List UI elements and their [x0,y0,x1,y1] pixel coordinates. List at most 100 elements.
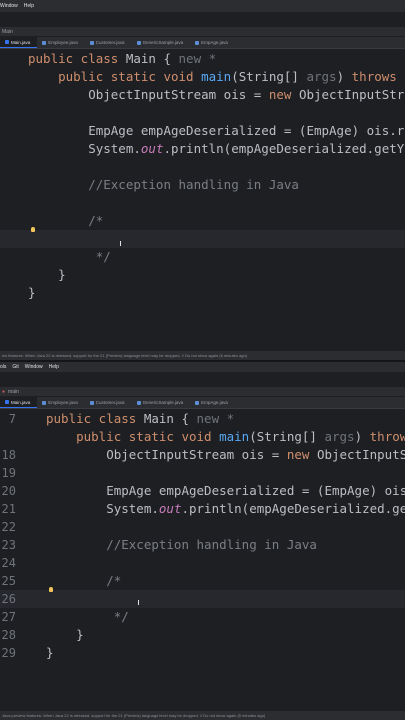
code-line[interactable]: 18 ObjectInputStream ois = new ObjectInp… [0,446,405,464]
code-text: /* [46,572,121,590]
tab-label: Customer.java [95,400,125,405]
code-line[interactable]: 7 public class Main { new * [0,410,405,428]
code-token: ) [354,429,370,444]
code-line[interactable]: public static void main(String[] args) t… [0,428,405,446]
code-text: //Exception handling in Java [28,176,299,194]
line-number: 27 [1,610,16,624]
tab-label: EmpAge.java [201,400,228,405]
java-file-icon [5,40,9,44]
code-text: System.out.println(empAgeDeserialized.ge… [28,140,405,158]
breadcrumb-item[interactable]: main [8,389,19,395]
code-text: EmpAge empAgeDeserialized = (EmpAge) ois… [28,122,405,140]
branch-icon: ● [2,388,6,395]
code-line[interactable]: 19 [0,464,405,482]
code-line[interactable]: public class Main { new * [0,50,405,68]
code-text: ObjectInputStream ois = new ObjectInputS… [28,86,405,104]
code-line[interactable]: 20 EmpAge empAgeDeserialized = (EmpAge) … [0,482,405,500]
editor-tab[interactable]: EmpAge.java [190,397,235,408]
menu-git[interactable]: Git [12,364,18,370]
status-bar: ew features: When Java 22 is released, s… [0,351,405,360]
menu-help[interactable]: Help [24,3,34,9]
code-token: } [46,627,84,642]
code-line[interactable] [0,230,405,248]
editor-tab[interactable]: Employee.java [37,37,85,48]
line-number: 25 [1,574,16,588]
code-line[interactable]: 21 System.out.println(empAgeDeserialized… [0,500,405,518]
editor-tab[interactable]: GenericSample.java [132,397,191,408]
breadcrumb-item[interactable]: Main [2,29,13,35]
editor-tab[interactable]: Main.java [0,37,38,48]
line-number: 7 [8,412,16,426]
status-message: Java preview features: When Java 22 is r… [2,713,266,718]
tab-label: Employee.java [48,40,78,45]
code-token: EmpAge empAgeDeserialized = (EmpAge) ois… [46,483,405,498]
code-line[interactable]: 29} [0,644,405,662]
code-token: /* [28,213,104,228]
code-token: ObjectInputStream(fi [298,87,405,102]
code-line[interactable] [0,158,405,176]
tab-label: Main.java [11,39,31,45]
lightbulb-icon[interactable] [49,587,53,592]
code-token: .println(empAgeDeserialized.getYear [181,501,405,516]
text-cursor-icon [120,241,121,246]
menu-window[interactable]: Window [25,364,43,370]
java-file-icon [42,40,47,45]
code-text: } [46,644,54,662]
code-line[interactable]: ObjectInputStream ois = new ObjectInputS… [0,86,405,104]
code-token: .println(empAgeDeserialized.getYear()); [163,141,405,156]
code-token: main [201,69,232,84]
code-line[interactable]: 24 [0,554,405,572]
line-number: 28 [1,628,16,642]
editor-tab[interactable]: Main.java [0,397,38,408]
code-line[interactable]: 27 */ [0,608,405,626]
java-file-icon [5,400,9,404]
code-line[interactable]: 22 [0,518,405,536]
code-text: /* [28,212,103,230]
code-text: } [28,266,66,284]
code-line[interactable]: 26 [0,590,405,608]
code-text: ObjectInputStream ois = new ObjectInputS… [46,446,405,464]
code-editor[interactable]: 7 public class Main { new * public static… [0,408,405,708]
java-file-icon [42,400,47,405]
tab-label: EmpAge.java [201,40,228,45]
code-line[interactable]: 23 //Exception handling in Java [0,536,405,554]
code-text: System.out.println(empAgeDeserialized.ge… [46,500,405,518]
line-number: 20 [1,484,16,498]
menu-help[interactable]: Help [49,364,59,370]
editor-tab[interactable]: Customer.java [85,37,132,48]
java-file-icon [89,400,94,405]
code-line[interactable]: */ [0,248,405,266]
editor-tab[interactable]: GenericSample.java [132,37,191,48]
code-line[interactable]: /* [0,212,405,230]
text-cursor-icon [138,600,139,605]
code-token: } [28,285,36,300]
code-line[interactable]: System.out.println(empAgeDeserialized.ge… [0,140,405,158]
code-editor[interactable]: public class Main { new * public static … [0,48,405,348]
code-line[interactable]: EmpAge empAgeDeserialized = (EmpAge) ois… [0,122,405,140]
lightbulb-icon[interactable] [31,227,35,232]
code-token: new * [178,51,217,66]
code-line[interactable]: } [0,284,405,302]
code-token: throws [351,69,405,84]
code-line[interactable] [0,104,405,122]
code-text: */ [28,248,111,266]
code-line[interactable]: } [0,266,405,284]
editor-tab[interactable]: EmpAge.java [190,37,235,48]
breadcrumb: ● main [0,386,405,396]
code-token: out [158,501,182,516]
code-token: args [324,429,355,444]
code-line[interactable]: 28 } [0,626,405,644]
menu-tools[interactable]: ols [0,364,6,370]
editor-tab[interactable]: Customer.java [85,397,132,408]
java-file-icon [136,400,141,405]
menu-window[interactable]: Window [0,3,18,9]
code-line[interactable]: 25 /* [0,572,405,590]
code-text: EmpAge empAgeDeserialized = (EmpAge) ois… [46,482,405,500]
code-token: ObjectInputStream ois = [28,87,269,102]
code-line[interactable] [0,194,405,212]
editor-tab[interactable]: Employee.java [37,397,85,408]
code-line[interactable]: //Exception handling in Java [0,176,405,194]
code-line[interactable]: public static void main(String[] args) t… [0,68,405,86]
code-token: ObjectInputStream [316,447,405,462]
java-file-icon [136,40,141,45]
